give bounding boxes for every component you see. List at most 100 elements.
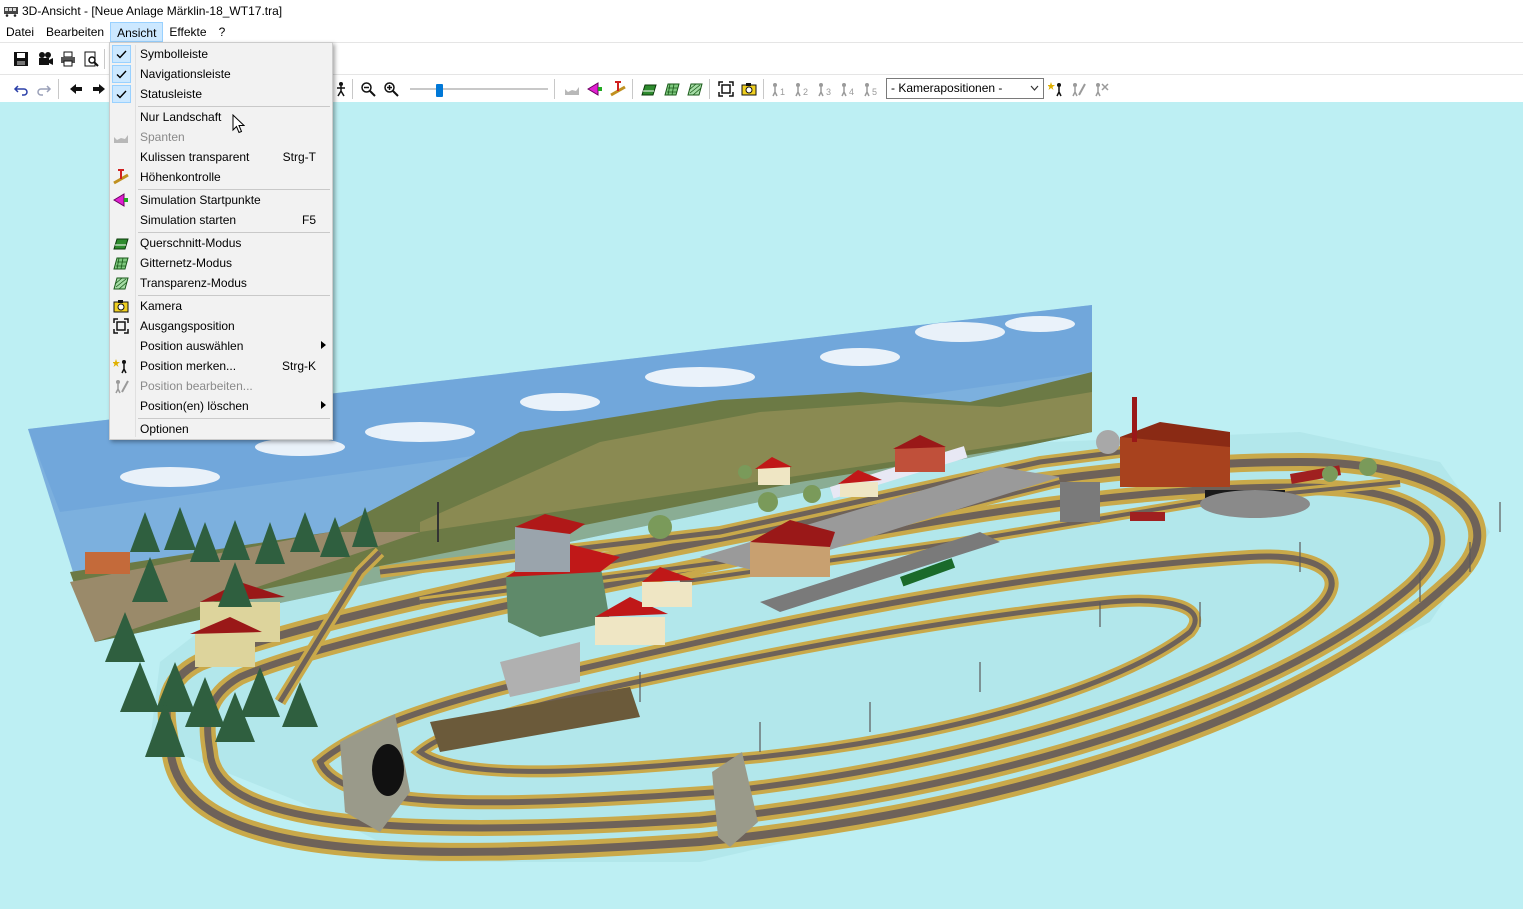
menu-effekte[interactable]: Effekte	[163, 22, 212, 42]
grid-mode-icon	[113, 257, 129, 270]
transparency-mode-button[interactable]	[685, 79, 705, 99]
menu-item-ausgangsposition[interactable]: Ausgangsposition	[110, 316, 332, 336]
position-edit-button[interactable]	[1068, 79, 1088, 99]
menu-item-simulation-startpunkte[interactable]: Simulation Startpunkte	[110, 190, 332, 210]
window-title: 3D-Ansicht - [Neue Anlage Märklin-18_WT1…	[22, 4, 283, 18]
simulation-start-button[interactable]	[585, 79, 605, 99]
film-camera-icon	[39, 52, 53, 65]
camera-position-select-value: - Kamerapositionen -	[891, 81, 1003, 95]
menu-item-spanten[interactable]: Spanten	[110, 127, 332, 147]
camera-button[interactable]	[739, 79, 759, 99]
save-button[interactable]	[11, 49, 31, 69]
menu-item-navigationsleiste[interactable]: Navigationsleiste	[110, 64, 332, 84]
zoom-slider-thumb[interactable]	[436, 84, 444, 97]
position-mark-button[interactable]	[1046, 79, 1066, 99]
menu-item-kulissen-transparent[interactable]: Kulissen transparent Strg-T	[110, 147, 332, 167]
toolbar-separator	[352, 79, 353, 99]
camera-position-5-icon: 5	[864, 83, 877, 97]
transparency-mode-icon	[687, 83, 703, 96]
position-edit-icon	[115, 380, 129, 394]
menu-item-positionen-loeschen[interactable]: Position(en) löschen	[110, 396, 332, 416]
svg-text:1: 1	[780, 87, 785, 97]
cross-section-icon	[113, 238, 129, 250]
menu-item-position-merken[interactable]: Position merken... Strg-K	[110, 356, 332, 376]
svg-text:3: 3	[826, 87, 831, 97]
redo-icon	[37, 85, 52, 96]
position-edit-icon	[1072, 83, 1086, 97]
spanten-icon	[114, 135, 128, 143]
position-delete-icon	[1095, 83, 1109, 97]
home-position-button[interactable]	[716, 79, 736, 99]
toolbar-separator	[104, 49, 105, 69]
menu-help[interactable]: ?	[213, 22, 232, 42]
cross-section-icon	[641, 84, 657, 96]
cross-section-button[interactable]	[639, 79, 659, 99]
toolbar-separator	[709, 79, 710, 99]
save-icon	[14, 52, 28, 66]
grid-mode-icon	[664, 83, 680, 96]
undo-icon	[13, 85, 28, 96]
position-delete-button[interactable]	[1091, 79, 1111, 99]
position-2-button[interactable]: 2	[792, 79, 812, 99]
menu-item-optionen[interactable]: Optionen	[110, 419, 332, 439]
menu-item-gitternetz-modus[interactable]: Gitternetz-Modus	[110, 253, 332, 273]
home-position-icon	[113, 318, 129, 334]
position-4-button[interactable]: 4	[838, 79, 858, 99]
position-mark-icon	[1048, 82, 1062, 97]
mouse-cursor-icon	[232, 114, 245, 134]
camera-position-1-icon: 1	[772, 83, 785, 97]
walk-button[interactable]	[331, 79, 351, 99]
forward-button[interactable]	[89, 79, 109, 99]
spanten-icon	[565, 87, 579, 95]
toolbar-separator	[632, 79, 633, 99]
menu-item-transparenz-modus[interactable]: Transparenz-Modus	[110, 273, 332, 293]
camera-position-4-icon: 4	[841, 83, 854, 97]
title-bar: 3D-Ansicht - [Neue Anlage Märklin-18_WT1…	[0, 0, 1523, 22]
person-icon	[337, 82, 345, 97]
camera-icon	[113, 300, 129, 313]
menu-item-nur-landschaft[interactable]: Nur Landschaft	[110, 107, 332, 127]
print-button[interactable]	[58, 49, 78, 69]
menu-item-statusleiste[interactable]: Statusleiste	[110, 84, 332, 104]
camera-position-select[interactable]: - Kamerapositionen -	[886, 78, 1044, 99]
chevron-right-icon	[321, 401, 326, 409]
print-preview-button[interactable]	[81, 49, 101, 69]
toolbar-separator	[554, 79, 555, 99]
menu-item-querschnitt-modus[interactable]: Querschnitt-Modus	[110, 233, 332, 253]
print-preview-icon	[84, 51, 99, 67]
undo-button[interactable]	[11, 79, 31, 99]
home-position-icon	[718, 81, 734, 97]
menu-item-position-auswaehlen[interactable]: Position auswählen	[110, 336, 332, 356]
menu-item-kamera[interactable]: Kamera	[110, 296, 332, 316]
zoom-slider-track[interactable]	[410, 88, 548, 90]
film-button[interactable]	[35, 49, 55, 69]
app-icon	[4, 7, 18, 17]
back-button[interactable]	[66, 79, 86, 99]
menu-bearbeiten[interactable]: Bearbeiten	[40, 22, 110, 42]
menu-bar: Datei Bearbeiten Ansicht Effekte ?	[0, 22, 1523, 42]
zoom-in-button[interactable]	[381, 79, 401, 99]
camera-position-2-icon: 2	[795, 83, 808, 97]
menu-item-simulation-starten[interactable]: Simulation starten F5	[110, 210, 332, 230]
zoom-out-button[interactable]	[358, 79, 378, 99]
position-1-button[interactable]: 1	[769, 79, 789, 99]
menu-datei[interactable]: Datei	[0, 22, 40, 42]
grid-mode-button[interactable]	[662, 79, 682, 99]
position-mark-icon	[113, 359, 127, 374]
menu-ansicht[interactable]: Ansicht	[110, 22, 164, 42]
check-icon	[112, 65, 131, 83]
svg-text:2: 2	[803, 87, 808, 97]
height-check-button[interactable]	[608, 79, 628, 99]
position-3-button[interactable]: 3	[815, 79, 835, 99]
printer-icon	[61, 51, 75, 67]
redo-button[interactable]	[34, 79, 54, 99]
position-5-button[interactable]: 5	[861, 79, 881, 99]
menu-item-position-bearbeiten[interactable]: Position bearbeiten...	[110, 376, 332, 396]
check-icon	[112, 85, 131, 103]
toolbar-separator	[58, 79, 59, 99]
chevron-right-icon	[321, 341, 326, 349]
spanten-button[interactable]	[562, 79, 582, 99]
menu-item-symbolleiste[interactable]: Symbolleiste	[110, 44, 332, 64]
menu-item-hoehenkontrolle[interactable]: Höhenkontrolle	[110, 167, 332, 187]
svg-text:4: 4	[849, 87, 854, 97]
